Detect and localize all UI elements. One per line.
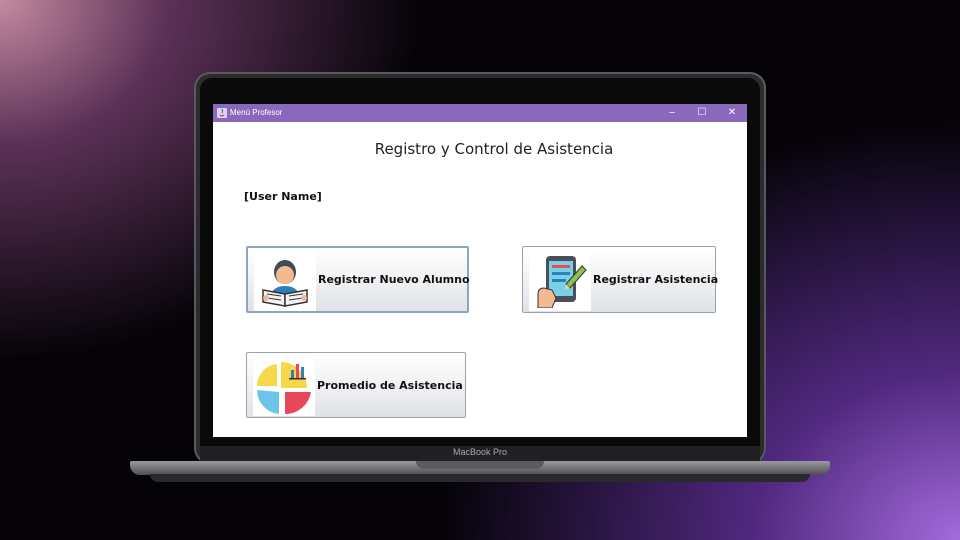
register-student-label: Registrar Nuevo Alumno <box>318 273 470 286</box>
device-brand-label: MacBook Pro <box>452 447 508 457</box>
register-student-button[interactable]: Registrar Nuevo Alumno <box>246 246 470 313</box>
java-app-icon <box>217 108 227 118</box>
laptop-base-lip <box>150 474 810 482</box>
register-attendance-label: Registrar Asistencia <box>593 273 719 286</box>
window-title: Menú Profesor <box>230 108 283 117</box>
user-name-label: [User Name] <box>244 190 322 203</box>
tablet-edit-icon <box>529 248 591 311</box>
close-button[interactable]: ✕ <box>721 106 743 120</box>
student-reading-icon <box>254 248 316 311</box>
maximize-button[interactable]: ☐ <box>691 106 713 120</box>
app-window: Menú Profesor – ☐ ✕ Registro y Control d… <box>213 104 747 437</box>
attendance-average-button[interactable]: Promedio de Asistencia <box>246 352 466 418</box>
window-titlebar[interactable]: Menú Profesor – ☐ ✕ <box>213 104 747 122</box>
pie-chart-icon <box>253 354 315 416</box>
attendance-average-label: Promedio de Asistencia <box>317 378 463 392</box>
page-title: Registro y Control de Asistencia <box>374 140 614 158</box>
laptop-notch <box>416 461 544 469</box>
register-attendance-button[interactable]: Registrar Asistencia <box>522 246 719 313</box>
minimize-button[interactable]: – <box>661 106 683 120</box>
